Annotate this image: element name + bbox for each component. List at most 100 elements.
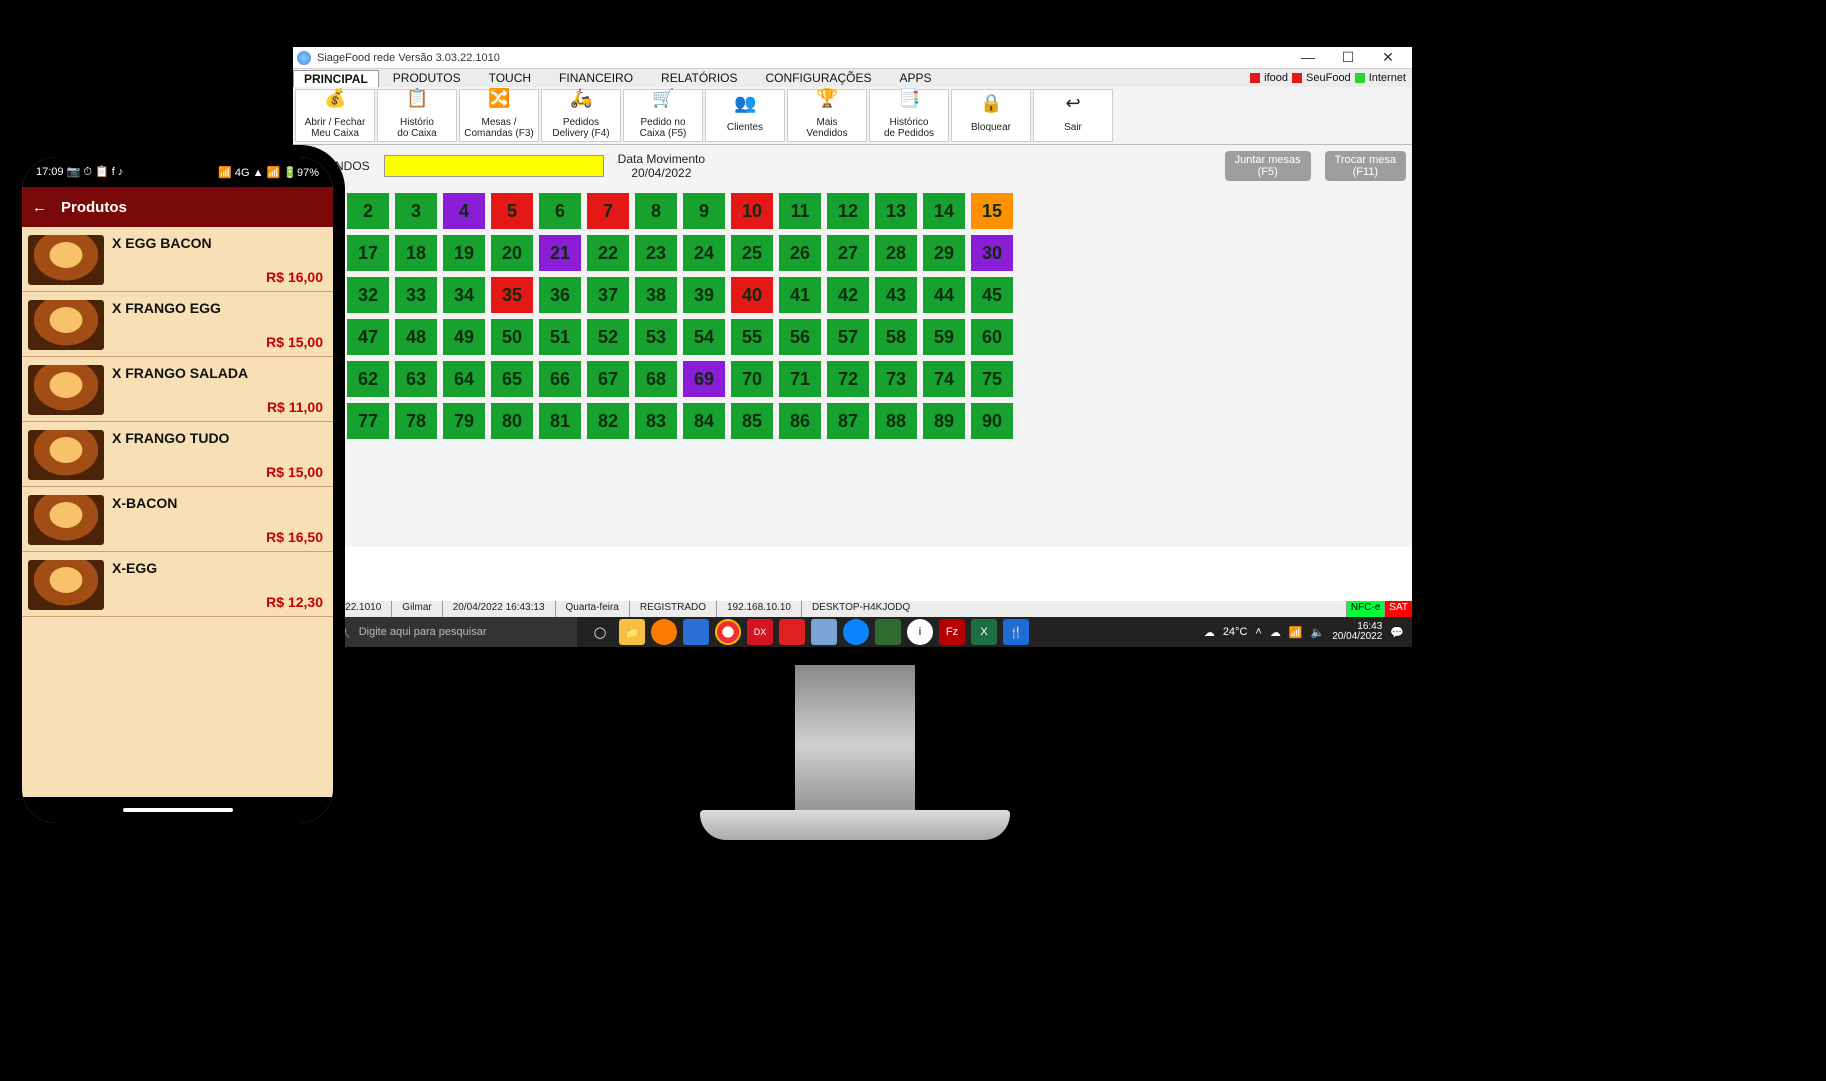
toolbar-historico-caixa[interactable]: 📋Históriodo Caixa [377,89,457,142]
table-86[interactable]: 86 [779,403,821,439]
table-18[interactable]: 18 [395,235,437,271]
table-59[interactable]: 59 [923,319,965,355]
table-56[interactable]: 56 [779,319,821,355]
table-19[interactable]: 19 [443,235,485,271]
table-50[interactable]: 50 [491,319,533,355]
firefox-icon[interactable] [651,619,677,645]
notifications-icon[interactable]: 💬 [1390,626,1404,639]
table-2[interactable]: 2 [347,193,389,229]
table-22[interactable]: 22 [587,235,629,271]
table-62[interactable]: 62 [347,361,389,397]
app-icon-4[interactable] [875,619,901,645]
table-33[interactable]: 33 [395,277,437,313]
toolbar-hist-pedidos[interactable]: 📑Históricode Pedidos [869,89,949,142]
table-83[interactable]: 83 [635,403,677,439]
table-44[interactable]: 44 [923,277,965,313]
table-68[interactable]: 68 [635,361,677,397]
siagefood-taskbar-icon[interactable]: 🍴 [1003,619,1029,645]
table-70[interactable]: 70 [731,361,773,397]
table-3[interactable]: 3 [395,193,437,229]
table-28[interactable]: 28 [875,235,917,271]
menu-relatorios[interactable]: RELATÓRIOS [647,70,751,86]
juntar-mesas-button[interactable]: Juntar mesas(F5) [1225,151,1311,181]
table-90[interactable]: 90 [971,403,1013,439]
table-34[interactable]: 34 [443,277,485,313]
table-80[interactable]: 80 [491,403,533,439]
table-5[interactable]: 5 [491,193,533,229]
table-65[interactable]: 65 [491,361,533,397]
table-20[interactable]: 20 [491,235,533,271]
table-23[interactable]: 23 [635,235,677,271]
table-85[interactable]: 85 [731,403,773,439]
toolbar-clientes[interactable]: 👥Clientes [705,89,785,142]
product-item[interactable]: X-EGGR$ 12,30 [22,552,333,617]
file-explorer-icon[interactable]: 📁 [619,619,645,645]
table-15[interactable]: 15 [971,193,1013,229]
table-14[interactable]: 14 [923,193,965,229]
table-45[interactable]: 45 [971,277,1013,313]
table-13[interactable]: 13 [875,193,917,229]
table-57[interactable]: 57 [827,319,869,355]
menu-config[interactable]: CONFIGURAÇÕES [752,70,886,86]
table-40[interactable]: 40 [731,277,773,313]
table-27[interactable]: 27 [827,235,869,271]
speaker-icon[interactable]: 🔈 [1311,626,1325,639]
table-9[interactable]: 9 [683,193,725,229]
comandos-input[interactable] [384,155,604,177]
table-42[interactable]: 42 [827,277,869,313]
table-4[interactable]: 4 [443,193,485,229]
table-88[interactable]: 88 [875,403,917,439]
toolbar-bloquear[interactable]: 🔒Bloquear [951,89,1031,142]
table-75[interactable]: 75 [971,361,1013,397]
info-icon[interactable]: i [907,619,933,645]
trocar-mesa-button[interactable]: Trocar mesa(F11) [1325,151,1406,181]
taskbar-clock[interactable]: 16:43 20/04/2022 [1332,622,1382,642]
table-81[interactable]: 81 [539,403,581,439]
onedrive-icon[interactable]: ☁ [1270,626,1281,639]
filezilla-icon[interactable]: Fz [939,619,965,645]
app-icon-1[interactable] [683,619,709,645]
table-54[interactable]: 54 [683,319,725,355]
table-24[interactable]: 24 [683,235,725,271]
table-89[interactable]: 89 [923,403,965,439]
table-71[interactable]: 71 [779,361,821,397]
table-82[interactable]: 82 [587,403,629,439]
table-41[interactable]: 41 [779,277,821,313]
table-77[interactable]: 77 [347,403,389,439]
table-67[interactable]: 67 [587,361,629,397]
chrome-icon[interactable] [715,619,741,645]
table-79[interactable]: 79 [443,403,485,439]
table-17[interactable]: 17 [347,235,389,271]
product-item[interactable]: X EGG BACONR$ 16,00 [22,227,333,292]
window-close-button[interactable]: ✕ [1368,49,1408,66]
table-21[interactable]: 21 [539,235,581,271]
table-69[interactable]: 69 [683,361,725,397]
table-53[interactable]: 53 [635,319,677,355]
table-43[interactable]: 43 [875,277,917,313]
table-7[interactable]: 7 [587,193,629,229]
weather-icon[interactable]: ☁ [1204,626,1215,639]
table-78[interactable]: 78 [395,403,437,439]
excel-icon[interactable]: X [971,619,997,645]
taskbar-search[interactable]: 🔍 Digite aqui para pesquisar [327,617,577,647]
product-item[interactable]: X FRANGO EGGR$ 15,00 [22,292,333,357]
table-26[interactable]: 26 [779,235,821,271]
app-icon-3[interactable] [811,619,837,645]
table-37[interactable]: 37 [587,277,629,313]
table-12[interactable]: 12 [827,193,869,229]
table-36[interactable]: 36 [539,277,581,313]
table-39[interactable]: 39 [683,277,725,313]
table-60[interactable]: 60 [971,319,1013,355]
teamviewer-icon[interactable] [843,619,869,645]
table-72[interactable]: 72 [827,361,869,397]
table-29[interactable]: 29 [923,235,965,271]
table-49[interactable]: 49 [443,319,485,355]
menu-apps[interactable]: APPS [886,70,946,86]
table-35[interactable]: 35 [491,277,533,313]
table-6[interactable]: 6 [539,193,581,229]
window-min-button[interactable]: — [1288,49,1328,66]
table-63[interactable]: 63 [395,361,437,397]
product-list[interactable]: X EGG BACONR$ 16,00X FRANGO EGGR$ 15,00 X… [22,227,333,797]
window-max-button[interactable]: ☐ [1328,49,1368,66]
toolbar-abrir-fechar[interactable]: 💰Abrir / FecharMeu Caixa [295,89,375,142]
